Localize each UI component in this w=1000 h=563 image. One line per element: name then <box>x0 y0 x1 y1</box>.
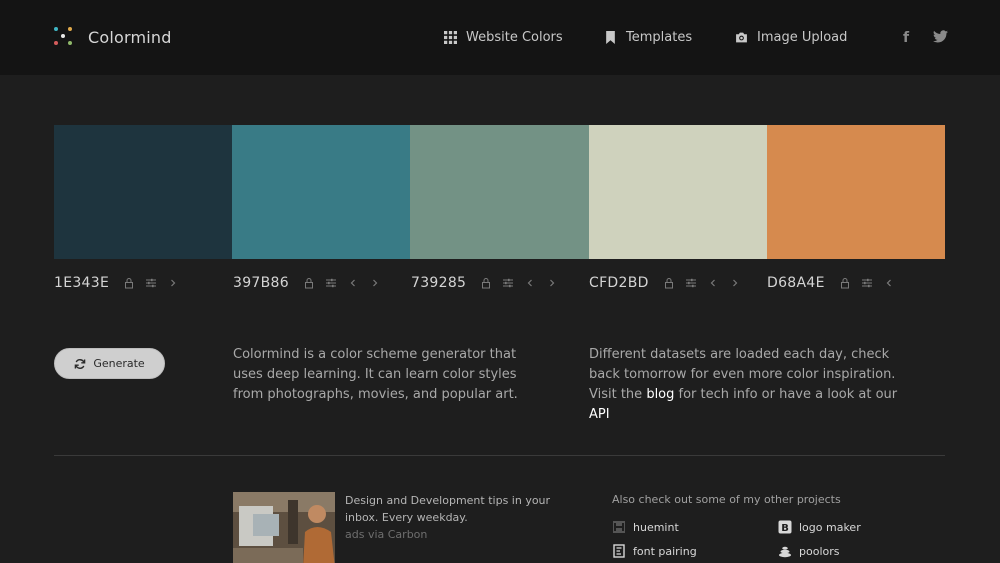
project-font-pairing[interactable]: font pairing <box>612 544 697 558</box>
other-projects-title: Also check out some of my other projects <box>612 493 841 506</box>
color-palette <box>54 125 946 259</box>
lock-icon[interactable] <box>663 277 675 289</box>
project-poolors[interactable]: poolors <box>778 544 839 558</box>
ad-text-block[interactable]: Design and Development tips in your inbo… <box>345 492 555 543</box>
chevron-left-icon[interactable] <box>883 277 895 289</box>
adjust-icon[interactable] <box>325 277 337 289</box>
swatch-2-code[interactable]: 397B86 <box>233 275 289 291</box>
ad-image[interactable] <box>233 492 335 563</box>
poolors-icon <box>779 546 791 558</box>
swatch-1-code[interactable]: 1E343E <box>54 275 109 291</box>
brand-name[interactable]: Colormind <box>88 28 172 47</box>
project-huemint[interactable]: huemint <box>612 520 679 534</box>
svg-text:B: B <box>781 523 789 534</box>
project-logo-maker-label: logo maker <box>799 520 861 534</box>
datasets-text-middle: for tech info or have a look at our <box>678 387 898 402</box>
huemint-icon <box>613 521 625 533</box>
generate-button[interactable]: Generate <box>54 348 165 379</box>
swatch-1[interactable] <box>54 125 233 259</box>
lock-icon[interactable] <box>839 277 851 289</box>
chevron-right-icon[interactable] <box>546 277 558 289</box>
font-pairing-icon <box>613 544 625 558</box>
chevron-left-icon[interactable] <box>347 277 359 289</box>
logo-maker-icon: B <box>778 520 792 534</box>
swatch-5[interactable] <box>766 125 946 259</box>
nav-website-colors-label: Website Colors <box>466 30 563 45</box>
adjust-icon[interactable] <box>502 277 514 289</box>
swatch-3-controls: 739285 <box>411 274 568 292</box>
project-font-pairing-label: font pairing <box>633 544 697 558</box>
ad-via-carbon[interactable]: ads via Carbon <box>345 526 555 543</box>
swatch-5-code[interactable]: D68A4E <box>767 275 825 291</box>
adjust-icon[interactable] <box>685 277 697 289</box>
chevron-right-icon[interactable] <box>729 277 741 289</box>
adjust-icon[interactable] <box>145 277 157 289</box>
chevron-right-icon[interactable] <box>369 277 381 289</box>
swatch-5-controls: D68A4E <box>767 274 905 292</box>
facebook-icon[interactable]: f <box>903 30 909 46</box>
swatch-4[interactable] <box>588 125 767 259</box>
swatch-4-controls: CFD2BD <box>589 274 751 292</box>
nav-templates[interactable]: Templates <box>604 30 692 45</box>
ad-text[interactable]: Design and Development tips in your inbo… <box>345 494 550 524</box>
grid-icon <box>444 31 457 44</box>
bookmark-icon <box>606 31 615 44</box>
nav-image-upload-label: Image Upload <box>757 30 848 45</box>
nav-website-colors[interactable]: Website Colors <box>444 30 563 45</box>
intro-description: Colormind is a color scheme generator th… <box>233 347 518 402</box>
blog-link[interactable]: blog <box>646 387 674 402</box>
project-logo-maker[interactable]: B logo maker <box>778 520 861 534</box>
swatch-2[interactable] <box>232 125 411 259</box>
chevron-left-icon[interactable] <box>524 277 536 289</box>
lock-icon[interactable] <box>480 277 492 289</box>
generate-button-label: Generate <box>93 357 145 370</box>
refresh-icon <box>75 358 86 369</box>
header-bar: Colormind Website Colors Templates Image… <box>0 0 1000 75</box>
nav-templates-label: Templates <box>626 30 693 45</box>
chevron-left-icon[interactable] <box>707 277 719 289</box>
swatch-2-controls: 397B86 <box>233 274 391 292</box>
lock-icon[interactable] <box>303 277 315 289</box>
twitter-icon[interactable] <box>933 30 948 47</box>
section-divider <box>54 455 945 456</box>
project-poolors-label: poolors <box>799 544 840 558</box>
swatch-4-code[interactable]: CFD2BD <box>589 275 649 291</box>
swatch-1-controls: 1E343E <box>54 274 189 292</box>
project-huemint-label: huemint <box>633 520 679 534</box>
nav-image-upload[interactable]: Image Upload <box>735 30 847 45</box>
lock-icon[interactable] <box>123 277 135 289</box>
api-link[interactable]: API <box>589 407 610 422</box>
datasets-description: Different datasets are loaded each day, … <box>589 345 899 425</box>
swatch-3[interactable] <box>410 125 589 259</box>
camera-icon <box>736 32 747 43</box>
chevron-right-icon[interactable] <box>167 277 179 289</box>
colormind-logo-icon[interactable] <box>54 27 76 49</box>
swatch-3-code[interactable]: 739285 <box>411 275 466 291</box>
adjust-icon[interactable] <box>861 277 873 289</box>
